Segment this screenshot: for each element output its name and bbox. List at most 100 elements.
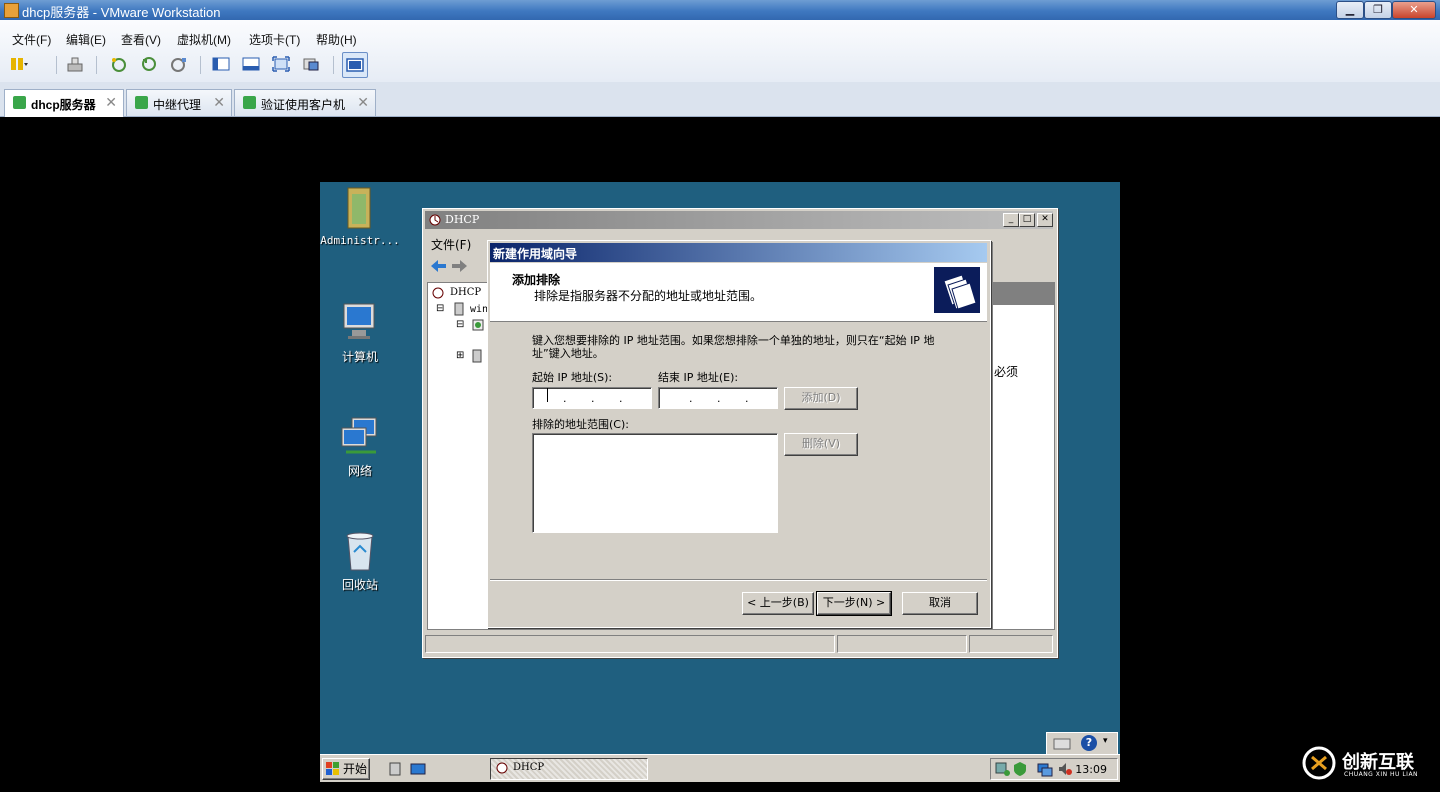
taskbar-dhcp-button[interactable]: DHCP [490, 758, 648, 780]
desktop-icon-computer[interactable]: 计算机 [320, 300, 400, 365]
tab-close-icon[interactable]: ✕ [357, 94, 369, 111]
end-ip-input[interactable]: ... [658, 387, 778, 409]
keyboard-icon[interactable] [1053, 736, 1071, 753]
tree-collapse-icon[interactable]: ⊟ [456, 319, 464, 330]
vm-running-icon [13, 96, 26, 109]
toolbar-separator [333, 56, 334, 74]
mmc-menu-file[interactable]: 文件(F) [431, 236, 471, 253]
show-desktop-icon[interactable] [410, 761, 426, 780]
menu-edit[interactable]: 编辑(E) [66, 31, 106, 48]
tray-clock: 13:09 [1075, 763, 1107, 776]
tree-expand-icon[interactable]: ⊞ [456, 350, 464, 361]
recycle-bin-icon [338, 528, 382, 572]
status-pane [969, 635, 1053, 653]
menu-vm[interactable]: 虚拟机(M) [177, 31, 231, 48]
show-thumbnails-icon[interactable] [242, 56, 260, 72]
send-ctrl-alt-del-icon[interactable] [66, 56, 84, 72]
menu-file[interactable]: 文件(F) [12, 31, 51, 48]
maximize-button[interactable]: ❐ [1364, 1, 1392, 19]
wizard-header: 添加排除 排除是指服务器不分配的地址或地址范围。 [490, 263, 987, 322]
back-arrow-icon[interactable] [429, 259, 447, 276]
add-button[interactable]: 添加(D) [784, 387, 858, 410]
excluded-range-list[interactable] [532, 433, 778, 533]
mmc-status-bar [425, 635, 1053, 653]
watermark-subtext: CHUANG XIN HU LIAN [1344, 771, 1419, 778]
show-sidebar-icon[interactable] [212, 56, 230, 72]
tab-test-client[interactable]: 验证使用客户机 ✕ [234, 89, 376, 116]
vmware-app-icon [4, 3, 19, 18]
tree-server-label[interactable]: win [470, 304, 488, 315]
desktop-icon-label: Administr... [320, 234, 400, 247]
start-ip-label: 起始 IP 地址(S): [532, 371, 613, 384]
full-screen-icon[interactable] [272, 56, 290, 72]
tab-relay-agent[interactable]: 中继代理 ✕ [126, 89, 232, 116]
forward-arrow-icon[interactable] [451, 259, 469, 276]
desktop-icon-label: 网络 [347, 464, 372, 478]
desktop-icon-network[interactable]: 网络 [320, 414, 400, 479]
language-bar[interactable]: ? ▾ [1046, 732, 1118, 756]
vm-running-icon [135, 96, 148, 109]
tab-close-icon[interactable]: ✕ [105, 94, 117, 111]
revert-snapshot-icon[interactable] [140, 56, 158, 72]
watermark-logo: 创新互联 CHUANG XIN HU LIAN [1302, 744, 1436, 784]
unity-icon[interactable] [302, 56, 320, 72]
excluded-range-label: 排除的地址范围(C): [532, 418, 629, 431]
dhcp-tree-icon [431, 286, 445, 303]
pause-icon[interactable] [10, 56, 28, 72]
network-status-icon[interactable] [995, 761, 1011, 780]
windows-logo-icon [326, 762, 340, 782]
details-partial-text: 必须 [994, 365, 1019, 379]
wizard-caption: 新建作用域向导 [490, 243, 987, 262]
toolbar-separator [200, 56, 201, 74]
mmc-maximize-button[interactable]: □ [1019, 213, 1035, 227]
desktop-icon-recycle-bin[interactable]: 回收站 [320, 528, 400, 593]
desktop-icon-administrator[interactable]: Administr... [320, 186, 400, 247]
help-icon[interactable]: ? [1081, 735, 1097, 751]
start-button[interactable]: 开始 [322, 758, 370, 780]
tree-root-label[interactable]: DHCP [450, 287, 481, 298]
back-button[interactable]: < 上一步(B) [742, 592, 814, 615]
tree-collapse-icon[interactable]: ⊟ [436, 303, 444, 314]
status-pane [837, 635, 967, 653]
mmc-close-button[interactable]: ✕ [1037, 213, 1053, 227]
tab-dhcp-server[interactable]: dhcp服务器 ✕ [4, 89, 124, 117]
mmc-minimize-button[interactable]: _ [1003, 213, 1019, 227]
console-view-icon[interactable] [342, 52, 368, 78]
menu-tabs[interactable]: 选项卡(T) [249, 31, 300, 48]
menu-view[interactable]: 查看(V) [121, 31, 161, 48]
computer-icon [338, 300, 382, 344]
next-button[interactable]: 下一步(N) > [816, 591, 892, 616]
server-manager-icon[interactable] [388, 761, 404, 780]
wizard-description: 键入您想要排除的 IP 地址范围。如果您想排除一个单独的地址，则只在“起始 IP… [532, 334, 935, 360]
watermark-logo-icon [1302, 746, 1336, 783]
system-tray: 13:09 [990, 758, 1118, 780]
menu-help[interactable]: 帮助(H) [316, 31, 357, 48]
cancel-button[interactable]: 取消 [902, 592, 978, 615]
folder-icon [338, 186, 382, 230]
dhcp-window-title: DHCP [445, 213, 480, 226]
lan-icon[interactable] [1037, 761, 1053, 780]
options-icon[interactable]: ▾ [1103, 736, 1108, 746]
tab-close-icon[interactable]: ✕ [213, 94, 225, 111]
end-ip-label: 结束 IP 地址(E): [658, 371, 739, 384]
guest-taskbar: 开始 DHCP 13:09 [320, 754, 1120, 782]
tab-label: dhcp服务器 [31, 98, 96, 112]
status-pane [425, 635, 835, 653]
snapshot-icon[interactable] [110, 56, 128, 72]
window-title: dhcp服务器 - VMware Workstation [22, 5, 221, 20]
volume-muted-icon[interactable] [1057, 761, 1073, 780]
network-icon [338, 414, 382, 458]
wizard-folders-icon [934, 267, 980, 313]
close-button[interactable]: ✕ [1392, 1, 1436, 19]
guest-screen[interactable]: Administr... 计算机 网络 回收站 DHCP _ □ ✕ 文件(F) [320, 182, 1120, 782]
minimize-button[interactable]: ▁ [1336, 1, 1364, 19]
new-scope-wizard-dialog[interactable]: 新建作用域向导 添加排除 排除是指服务器不分配的地址或地址范围。 键入您想要排除… [487, 240, 991, 628]
dhcp-icon [428, 213, 442, 230]
snapshot-manager-icon[interactable] [170, 56, 188, 72]
desktop-icon-label: 回收站 [341, 578, 378, 592]
start-ip-input[interactable]: ... [532, 387, 652, 409]
server-icon [472, 349, 482, 366]
security-icon[interactable] [1013, 761, 1027, 780]
server-icon [454, 302, 464, 319]
remove-button[interactable]: 删除(V) [784, 433, 858, 456]
